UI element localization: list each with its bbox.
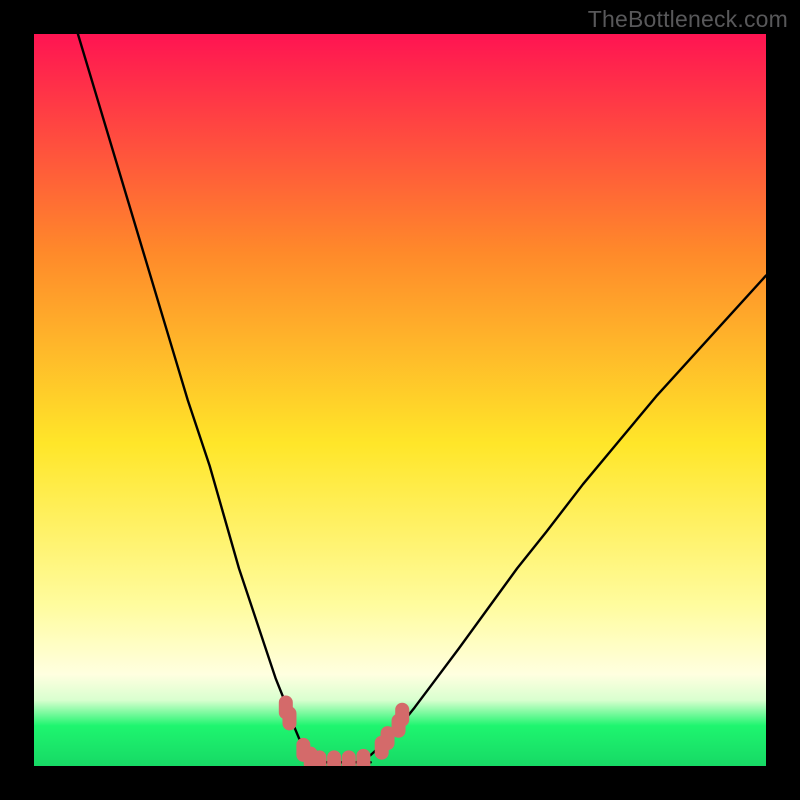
- data-marker: [282, 706, 296, 730]
- data-marker: [312, 750, 326, 766]
- data-marker: [356, 749, 370, 766]
- gradient-background: [34, 34, 766, 766]
- data-marker: [342, 750, 356, 766]
- data-marker: [395, 703, 409, 727]
- chart-container: TheBottleneck.com: [0, 0, 800, 800]
- bottleneck-chart-svg: [34, 34, 766, 766]
- data-marker: [327, 750, 341, 766]
- plot-area: [34, 34, 766, 766]
- watermark-text: TheBottleneck.com: [588, 6, 788, 33]
